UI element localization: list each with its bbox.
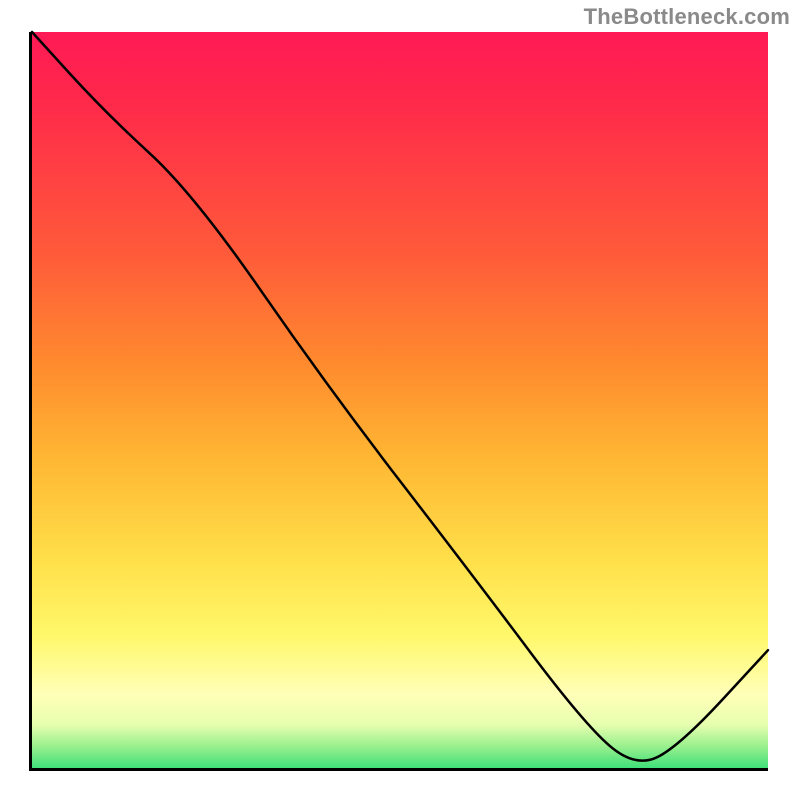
attribution-text: TheBottleneck.com — [584, 4, 790, 30]
x-axis-line — [29, 768, 768, 771]
chart-stage: TheBottleneck.com — [0, 0, 800, 800]
curve-svg — [32, 32, 768, 768]
bottleneck-curve — [32, 32, 768, 761]
plot-area — [32, 32, 768, 768]
